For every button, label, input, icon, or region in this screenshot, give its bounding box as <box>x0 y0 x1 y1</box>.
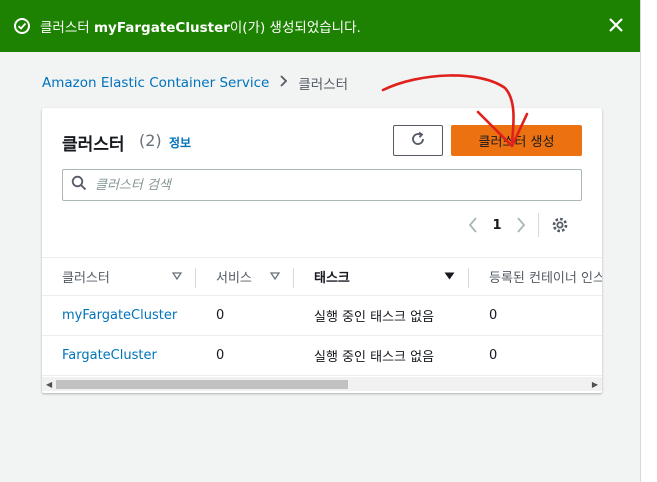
chevron-right-icon[interactable] <box>510 214 532 236</box>
cluster-count: (2) <box>139 131 162 150</box>
pager-divider <box>538 213 539 237</box>
instances-cell: 0 <box>469 295 602 336</box>
tasks-cell: 실행 중인 태스크 없음 <box>294 295 469 336</box>
refresh-button[interactable] <box>393 125 443 156</box>
column-header-instances[interactable]: 등록된 컨테이너 인스턴스 <box>469 257 602 296</box>
services-cell: 0 <box>196 335 294 376</box>
scrollbar-thumb[interactable] <box>56 380 348 389</box>
cluster-link[interactable]: FargateCluster <box>62 348 157 363</box>
gear-icon[interactable] <box>549 214 571 236</box>
table-row: FargateCluster 0 실행 중인 태스크 없음 0 <box>42 335 602 376</box>
instances-cell: 0 <box>469 335 602 376</box>
check-circle-icon <box>14 18 30 34</box>
success-notification: 클러스터 myFargateCluster이(가) 생성되었습니다. <box>0 0 640 52</box>
column-header-tasks[interactable]: 태스크 <box>294 257 469 296</box>
page-number[interactable]: 1 <box>484 218 510 233</box>
chevron-left-icon[interactable] <box>462 214 484 236</box>
page-title: 클러스터 <box>62 135 125 155</box>
cluster-link[interactable]: myFargateCluster <box>62 308 177 323</box>
clusters-table: 클러스터 서비스 태스크 등록된 컨테이너 인스턴스 <box>42 257 602 376</box>
tasks-cell: 실행 중인 태스크 없음 <box>294 335 469 376</box>
column-header-cluster[interactable]: 클러스터 <box>42 257 196 296</box>
search-icon <box>71 175 87 195</box>
pagination: 1 <box>462 211 571 239</box>
horizontal-scrollbar[interactable]: ◀ ▶ <box>42 377 602 391</box>
close-icon[interactable] <box>606 15 626 35</box>
sort-desc-icon <box>444 269 455 284</box>
sort-icon <box>171 269 183 284</box>
sort-icon <box>269 269 281 284</box>
breadcrumb: Amazon Elastic Container Service 클러스터 <box>42 73 348 93</box>
create-cluster-button[interactable]: 클러스터 생성 <box>451 125 582 156</box>
notification-cluster-name: myFargateCluster <box>93 20 230 36</box>
scroll-right-icon[interactable]: ▶ <box>592 380 598 389</box>
column-header-services[interactable]: 서비스 <box>196 257 294 296</box>
breadcrumb-current: 클러스터 <box>298 77 349 93</box>
breadcrumb-ecs-link[interactable]: Amazon Elastic Container Service <box>42 75 269 91</box>
refresh-icon <box>409 130 427 152</box>
table-row: myFargateCluster 0 실행 중인 태스크 없음 0 <box>42 295 602 336</box>
notification-message: 클러스터 myFargateCluster이(가) 생성되었습니다. <box>40 20 361 36</box>
info-link[interactable]: 정보 <box>169 134 191 151</box>
services-cell: 0 <box>196 295 294 336</box>
chevron-right-icon <box>279 75 288 91</box>
clusters-panel: 클러스터 (2) 정보 클러스터 생성 1 클러스터 <box>42 108 602 393</box>
search-input[interactable] <box>95 177 535 193</box>
search-field[interactable] <box>62 169 582 201</box>
side-panel-edge <box>640 0 657 482</box>
scroll-left-icon[interactable]: ◀ <box>46 380 52 389</box>
